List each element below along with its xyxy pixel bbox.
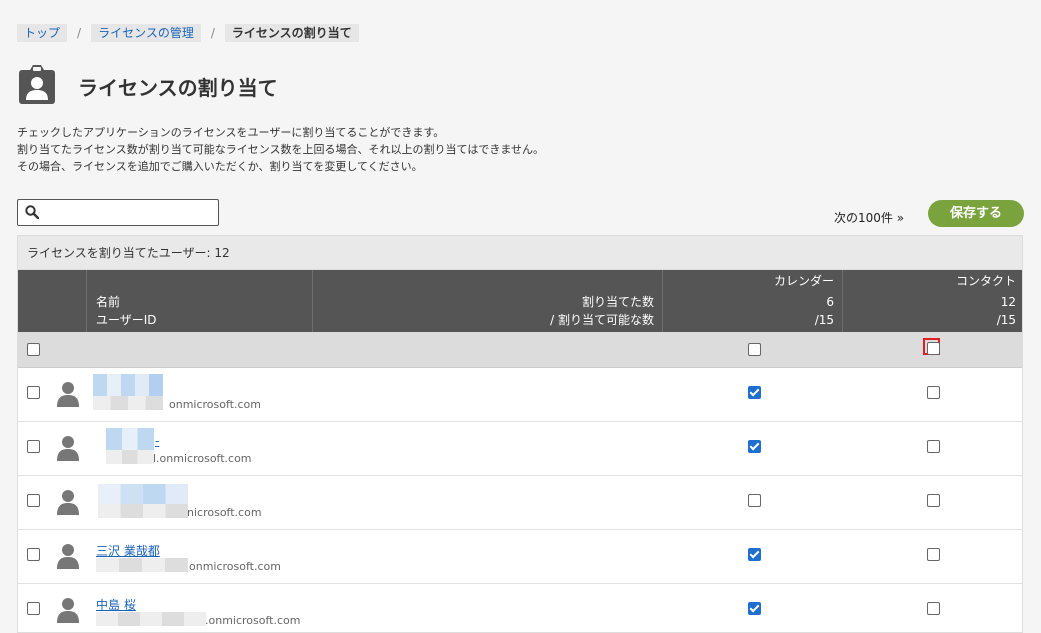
license-table-panel: ライセンスを割り当てたユーザー: 12 名前 ユーザーID 割り当てた数 / 割… [17, 235, 1023, 633]
search-input[interactable] [46, 202, 215, 224]
description-line: チェックしたアプリケーションのライセンスをユーザーに割り当てることができます。 [17, 126, 445, 139]
select-all-contact-checkbox[interactable] [927, 342, 940, 355]
redacted-id [93, 396, 163, 410]
user-id: onmicrosoft.com [189, 560, 281, 573]
contact-checkbox[interactable] [927, 548, 940, 561]
redacted-id [96, 558, 188, 572]
breadcrumb-separator: / [210, 26, 215, 40]
next-page-link[interactable]: 次の100件 » [834, 209, 904, 226]
table-row: 三沢 業哉都 onmicrosoft.com [18, 530, 1022, 584]
user-icon [57, 382, 79, 407]
table-header: 名前 ユーザーID 割り当てた数 / 割り当て可能な数 カレンダー 6 /15 … [18, 270, 1022, 332]
calendar-checkbox[interactable] [748, 440, 761, 453]
breadcrumb: トップ / ライセンスの管理 / ライセンスの割り当て [17, 24, 359, 42]
header-assignable: / 割り当て可能な数 [550, 313, 654, 327]
search-icon [25, 205, 39, 219]
description-line: 割り当てたライセンス数が割り当て可能なライセンス数を上回る場合、それ以上の割り当… [17, 143, 545, 156]
table-row: nicrosoft.com [18, 476, 1022, 530]
table-row: - l.onmicrosoft.com [18, 422, 1022, 476]
row-select-checkbox[interactable] [27, 548, 40, 561]
page-title: ライセンスの割り当て [78, 76, 278, 100]
calendar-checkbox[interactable] [748, 548, 761, 561]
user-id: .onmicrosoft.com [205, 614, 301, 627]
header-calendar-total: /15 [814, 313, 834, 327]
description-line: その場合、ライセンスを追加でご購入いただくか、割り当てを変更してください。 [17, 160, 423, 173]
assigned-user-count: ライセンスを割り当てたユーザー: 12 [18, 236, 1022, 270]
row-select-checkbox[interactable] [27, 386, 40, 399]
contact-checkbox[interactable] [927, 602, 940, 615]
user-badge-icon [19, 65, 55, 104]
row-select-checkbox[interactable] [27, 440, 40, 453]
user-id: nicrosoft.com [187, 506, 262, 519]
contact-checkbox[interactable] [927, 494, 940, 507]
redacted-id [96, 612, 206, 626]
header-contact-total: /15 [996, 313, 1016, 327]
user-icon [57, 544, 79, 569]
select-all-users-checkbox[interactable] [27, 343, 40, 356]
header-name: 名前 [96, 295, 121, 309]
redacted-id [106, 450, 154, 464]
header-contact-assigned: 12 [1000, 295, 1016, 309]
contact-checkbox[interactable] [927, 386, 940, 399]
user-name-link[interactable]: - [155, 434, 159, 448]
save-button[interactable]: 保存する [928, 200, 1024, 227]
header-user-id: ユーザーID [96, 313, 157, 327]
user-icon [57, 490, 79, 515]
breadcrumb-separator: / [77, 26, 82, 40]
breadcrumb-top-link[interactable]: トップ [17, 24, 68, 42]
header-name-col: 名前 ユーザーID [87, 270, 313, 332]
row-select-checkbox[interactable] [27, 494, 40, 507]
select-all-calendar-checkbox[interactable] [748, 343, 761, 356]
calendar-checkbox[interactable] [748, 386, 761, 399]
header-contact-label: コンタクト [955, 274, 1016, 288]
table-row: 中島 桜 .onmicrosoft.com [18, 584, 1022, 632]
calendar-checkbox[interactable] [748, 494, 761, 507]
select-all-row [18, 332, 1022, 368]
row-select-checkbox[interactable] [27, 602, 40, 615]
user-name-link[interactable]: 中島 桜 [96, 596, 136, 613]
search-box [17, 199, 219, 226]
page-description: チェックしたアプリケーションのライセンスをユーザーに割り当てることができます。 … [17, 124, 544, 175]
header-count-col: 割り当てた数 / 割り当て可能な数 [313, 270, 663, 332]
user-icon [57, 436, 79, 461]
header-contact-col: コンタクト 12 /15 [843, 270, 1022, 332]
breadcrumb-license-link[interactable]: ライセンスの管理 [91, 24, 201, 42]
header-calendar-col: カレンダー 6 /15 [663, 270, 843, 332]
redacted-id [98, 504, 188, 518]
header-assigned: 割り当てた数 [581, 295, 654, 309]
header-calendar-assigned: 6 [826, 295, 834, 309]
user-id: onmicrosoft.com [169, 398, 261, 411]
header-calendar-label: カレンダー [773, 274, 834, 288]
calendar-checkbox[interactable] [748, 602, 761, 615]
breadcrumb-current: ライセンスの割り当て [224, 24, 359, 42]
user-id: l.onmicrosoft.com [153, 452, 252, 465]
contact-checkbox[interactable] [927, 440, 940, 453]
header-select-col [18, 270, 87, 332]
table-row: onmicrosoft.com [18, 368, 1022, 422]
redacted-name [98, 484, 188, 506]
user-icon [57, 598, 79, 623]
user-name-link[interactable]: 三沢 業哉都 [96, 542, 160, 559]
